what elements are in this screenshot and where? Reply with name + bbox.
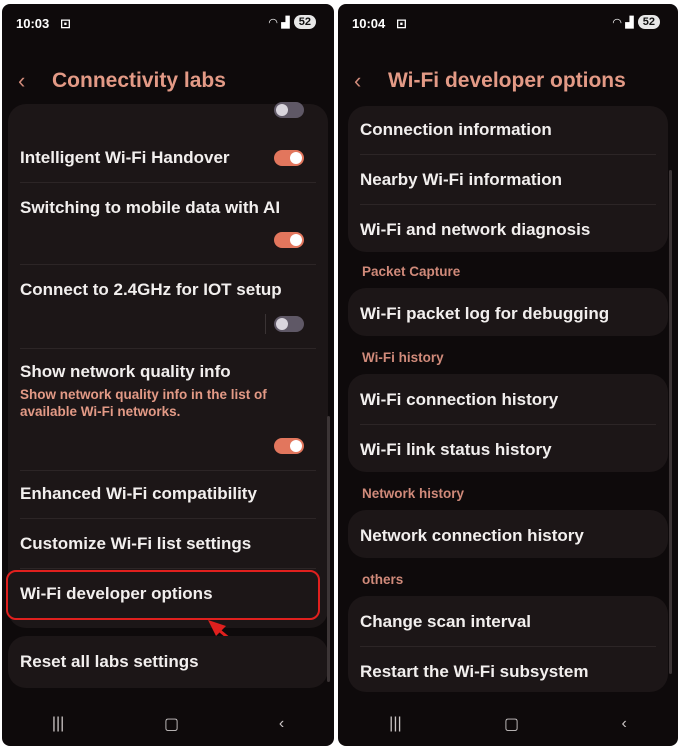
item-label: Reset all labs settings bbox=[20, 652, 199, 671]
toggle-partial-top[interactable] bbox=[274, 102, 304, 118]
toggle-mobile-data-ai[interactable] bbox=[274, 232, 304, 248]
item-network-diagnosis[interactable]: Wi-Fi and network diagnosis bbox=[360, 220, 656, 240]
status-time: 10:03 bbox=[16, 16, 50, 31]
card-packet: Wi-Fi packet log for debugging bbox=[348, 288, 668, 336]
item-label: Intelligent Wi-Fi Handover bbox=[20, 148, 230, 167]
signal-icon: ▟ bbox=[281, 16, 290, 29]
status-bar: 10:03 ⊡ ◠ ▟ 52 bbox=[16, 14, 320, 34]
item-enhanced-compat[interactable]: Enhanced Wi-Fi compatibility bbox=[20, 484, 316, 504]
screen-record-icon: ⊡ bbox=[60, 16, 71, 31]
page-title: Wi-Fi developer options bbox=[388, 69, 626, 92]
back-arrow-icon[interactable]: ‹ bbox=[18, 68, 46, 94]
back-icon[interactable]: ‹ bbox=[621, 715, 626, 733]
item-iot-24ghz[interactable]: Connect to 2.4GHz for IOT setup bbox=[20, 280, 316, 300]
reset-card: Reset all labs settings bbox=[8, 636, 328, 688]
home-icon[interactable]: ▢ bbox=[504, 714, 519, 734]
item-label: Enhanced Wi-Fi compatibility bbox=[20, 484, 257, 503]
item-network-quality[interactable]: Show network quality info Show network q… bbox=[20, 362, 316, 420]
settings-card: Intelligent Wi-Fi Handover Switching to … bbox=[8, 102, 328, 628]
item-network-connection-history[interactable]: Network connection history bbox=[360, 526, 656, 546]
item-label: Switching to mobile data with AI bbox=[20, 198, 281, 217]
status-time: 10:04 bbox=[352, 16, 386, 31]
item-reset-labs[interactable]: Reset all labs settings bbox=[20, 652, 316, 672]
header-wifi-history: Wi-Fi history bbox=[362, 350, 444, 365]
scrollbar[interactable] bbox=[669, 170, 672, 674]
screen-record-icon: ⊡ bbox=[396, 16, 407, 31]
phone-screen-left: 10:03 ⊡ ◠ ▟ 52 ‹ Connectivity labs Intel… bbox=[2, 4, 334, 746]
toggle-network-quality[interactable] bbox=[274, 438, 304, 454]
item-connection-info[interactable]: Connection information bbox=[360, 120, 656, 140]
item-label: Show network quality info bbox=[20, 362, 231, 381]
card-network-history: Network connection history bbox=[348, 510, 668, 558]
item-wifi-connection-history[interactable]: Wi-Fi connection history bbox=[360, 390, 656, 410]
scrollbar[interactable] bbox=[327, 416, 330, 682]
header-packet-capture: Packet Capture bbox=[362, 264, 461, 279]
item-customize-list[interactable]: Customize Wi-Fi list settings bbox=[20, 534, 316, 554]
card-wifi-history: Wi-Fi connection history Wi-Fi link stat… bbox=[348, 374, 668, 472]
back-arrow-icon[interactable]: ‹ bbox=[354, 68, 382, 94]
toggle-intelligent-handover[interactable] bbox=[274, 150, 304, 166]
item-change-scan-interval[interactable]: Change scan interval bbox=[360, 612, 656, 632]
item-packet-log[interactable]: Wi-Fi packet log for debugging bbox=[360, 304, 656, 324]
home-icon[interactable]: ▢ bbox=[164, 714, 179, 734]
page-title: Connectivity labs bbox=[52, 69, 226, 92]
item-nearby-wifi[interactable]: Nearby Wi-Fi information bbox=[360, 170, 656, 190]
recents-icon[interactable]: ||| bbox=[52, 715, 64, 733]
nav-bar: ||| ▢ ‹ bbox=[338, 712, 678, 736]
signal-icon: ▟ bbox=[625, 16, 634, 29]
item-restart-wifi[interactable]: Restart the Wi-Fi subsystem bbox=[360, 662, 656, 682]
status-bar: 10:04 ⊡ ◠ ▟ 52 bbox=[352, 14, 664, 34]
item-wifi-link-status[interactable]: Wi-Fi link status history bbox=[360, 440, 656, 460]
item-label: Customize Wi-Fi list settings bbox=[20, 534, 252, 553]
header-network-history: Network history bbox=[362, 486, 465, 501]
card-others: Change scan interval Restart the Wi-Fi s… bbox=[348, 596, 668, 692]
header-others: others bbox=[362, 572, 404, 587]
highlight-box bbox=[6, 570, 320, 620]
app-bar: ‹ Connectivity labs bbox=[18, 64, 318, 98]
battery-badge: 52 bbox=[293, 15, 316, 29]
battery-badge: 52 bbox=[637, 15, 660, 29]
card-general: Connection information Nearby Wi-Fi info… bbox=[348, 106, 668, 252]
phone-screen-right: 10:04 ⊡ ◠ ▟ 52 ‹ Wi-Fi developer options… bbox=[338, 4, 678, 746]
recents-icon[interactable]: ||| bbox=[389, 715, 401, 733]
item-mobile-data-ai[interactable]: Switching to mobile data with AI bbox=[20, 198, 316, 218]
wifi-icon: ◠ bbox=[268, 16, 278, 29]
item-description: Show network quality info in the list of… bbox=[20, 387, 267, 419]
back-icon[interactable]: ‹ bbox=[279, 715, 284, 733]
wifi-icon: ◠ bbox=[612, 16, 622, 29]
toggle-iot-24ghz[interactable] bbox=[274, 316, 304, 332]
item-intelligent-handover[interactable]: Intelligent Wi-Fi Handover bbox=[20, 148, 316, 168]
app-bar: ‹ Wi-Fi developer options bbox=[354, 64, 662, 98]
nav-bar: ||| ▢ ‹ bbox=[2, 712, 334, 736]
item-label: Connect to 2.4GHz for IOT setup bbox=[20, 280, 282, 299]
